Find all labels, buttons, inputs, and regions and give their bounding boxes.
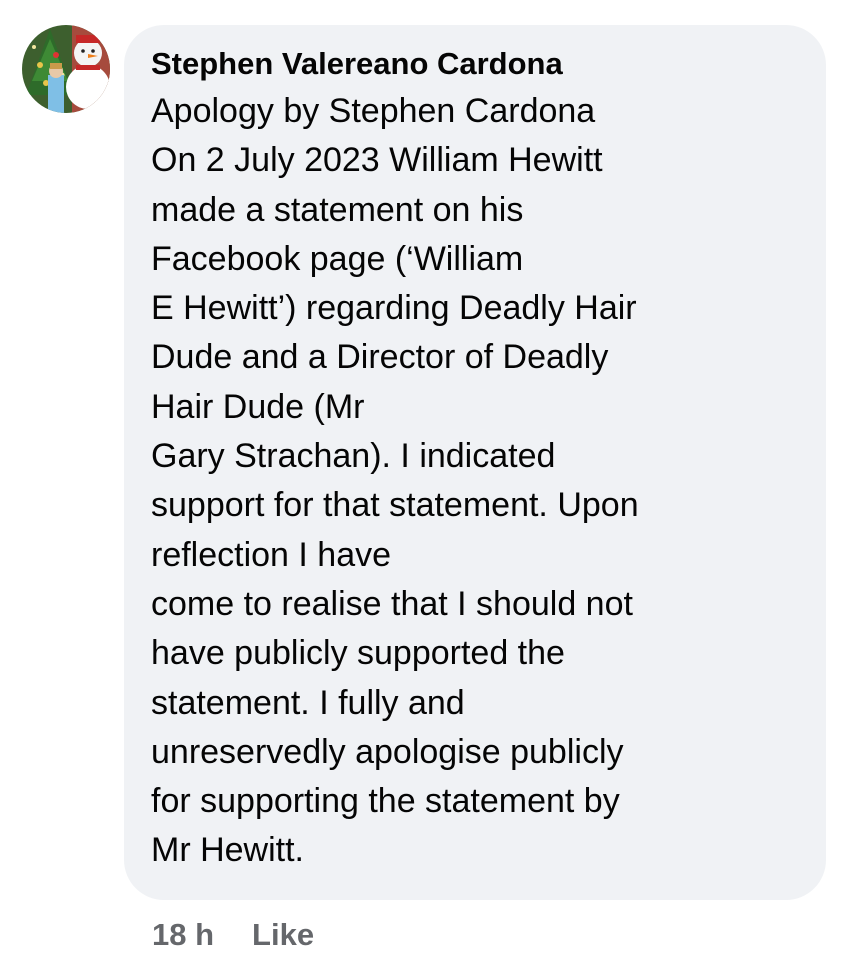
avatar[interactable]	[22, 25, 110, 113]
comment-line: statement. I fully and	[151, 683, 465, 722]
comment-line: come to realise that I should not	[151, 584, 633, 623]
comment-line: support for that statement. Upon	[151, 486, 639, 525]
avatar-image	[22, 25, 110, 113]
comment-line: E Hewitt’) regarding Deadly Hair	[151, 289, 637, 328]
comment-bubble: Stephen Valereano Cardona Apology by Ste…	[124, 25, 826, 900]
comment-line: reflection I have	[151, 535, 392, 574]
comment-line: On 2 July 2023 William Hewitt	[151, 141, 603, 180]
comment-line: Mr Hewitt.	[151, 831, 304, 870]
comment-line: for supporting the statement by	[151, 782, 620, 821]
comment-line: Gary Strachan). I indicated	[151, 437, 556, 476]
comment-line: Facebook page (‘William	[151, 239, 524, 278]
comment-line: unreservedly apologise publicly	[151, 732, 624, 771]
comment: Stephen Valereano Cardona Apology by Ste…	[0, 0, 850, 969]
comment-actions: 18 h Like	[152, 912, 314, 958]
comment-line: Hair Dude (Mr	[151, 387, 365, 426]
comment-author[interactable]: Stephen Valereano Cardona	[151, 45, 800, 83]
comment-body: Apology by Stephen Cardona On 2 July 202…	[151, 87, 800, 876]
comment-line: made a statement on his	[151, 190, 524, 229]
comment-line: Dude and a Director of Deadly	[151, 338, 609, 377]
comment-line: have publicly supported the	[151, 634, 565, 673]
comment-timestamp[interactable]: 18 h	[152, 917, 214, 953]
comment-line: Apology by Stephen Cardona	[151, 92, 596, 130]
like-button[interactable]: Like	[252, 917, 314, 953]
